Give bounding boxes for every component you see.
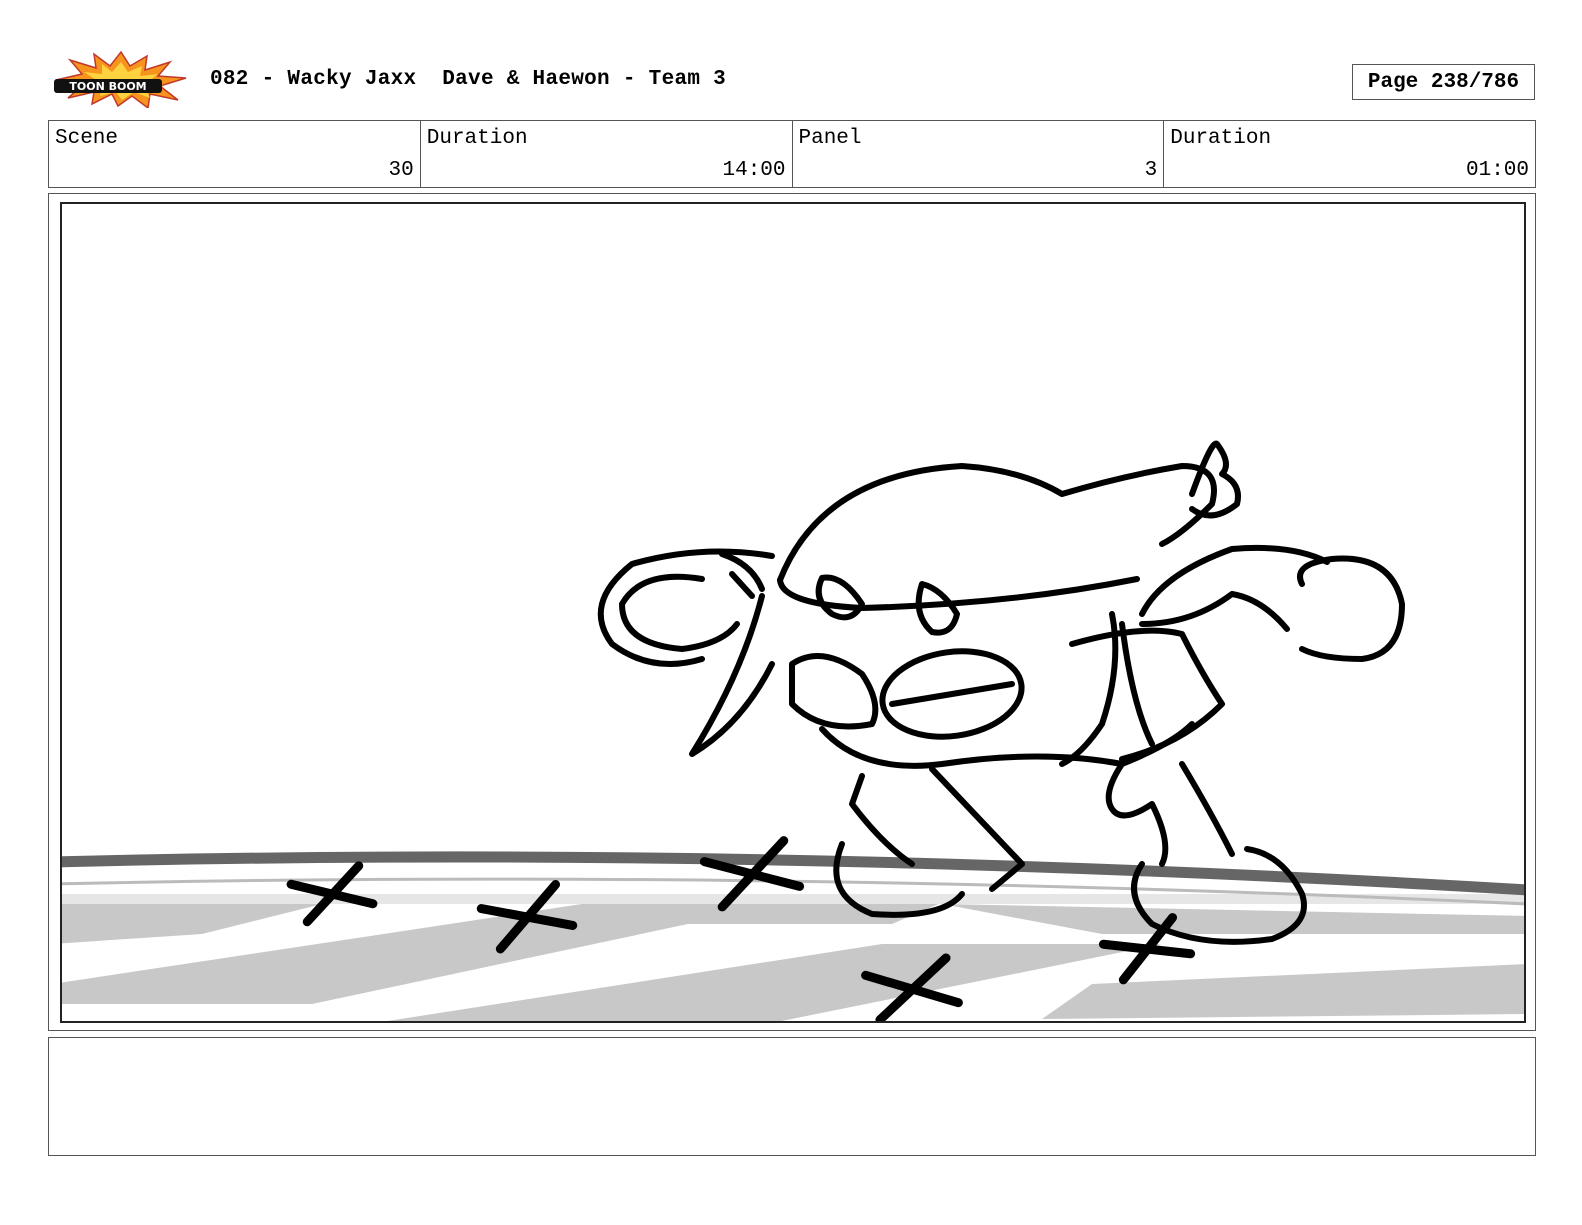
- panel-duration-cell: Duration 01:00: [1164, 121, 1535, 187]
- floor-pattern: [62, 894, 1524, 1021]
- panel-duration-label: Duration: [1170, 127, 1272, 150]
- storyboard-drawing: [60, 202, 1526, 1023]
- scene-duration-cell: Duration 14:00: [421, 121, 793, 187]
- scene-cell: Scene 30: [49, 121, 421, 187]
- panel-value: 3: [1144, 159, 1158, 182]
- scene-label: Scene: [55, 127, 119, 150]
- scene-value: 30: [388, 159, 414, 182]
- scene-info-row: Scene 30 Duration 14:00 Panel 3 Duration…: [48, 120, 1536, 188]
- page-title: 082 - Wacky Jaxx Dave & Haewon - Team 3: [210, 68, 727, 91]
- scene-duration-label: Duration: [426, 127, 528, 150]
- panel-duration-value: 01:00: [1465, 159, 1529, 182]
- logo-text: TOON BOOM: [69, 80, 146, 93]
- notes-box: [48, 1037, 1536, 1156]
- page-number: Page 238/786: [1352, 64, 1535, 100]
- panel-cell: Panel 3: [793, 121, 1165, 187]
- panel-label: Panel: [798, 127, 862, 150]
- toon-boom-logo: TOON BOOM: [52, 50, 190, 110]
- scene-duration-value: 14:00: [722, 159, 786, 182]
